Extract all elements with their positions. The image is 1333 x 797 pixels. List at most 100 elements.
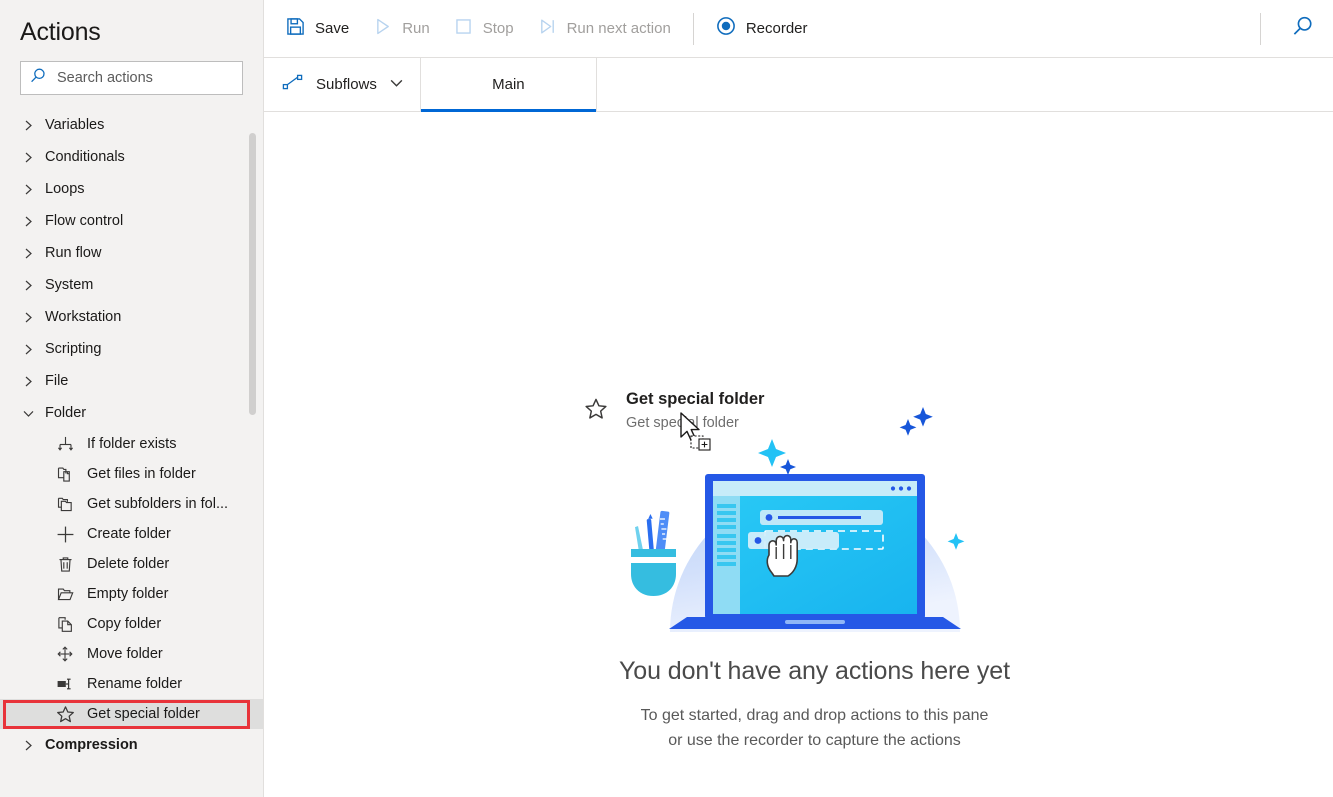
sidebar-group-label: Folder: [45, 405, 87, 421]
chevron-right-icon: [20, 213, 36, 229]
copy-icon: [55, 614, 75, 634]
sidebar-item-get-special-folder[interactable]: Get special folder: [0, 699, 263, 729]
main-toolbar: Save Run Stop Run next action Recorder: [264, 0, 1333, 58]
sidebar-item-label: Empty folder: [87, 586, 169, 602]
sidebar-group-label: Loops: [45, 181, 85, 197]
chevron-right-icon: [20, 181, 36, 197]
sidebar-item-label: Get subfolders in fol...: [87, 496, 229, 512]
sidebar-group-workstation[interactable]: Workstation: [0, 301, 263, 333]
sidebar-item-rename-folder[interactable]: Rename folder: [0, 669, 263, 699]
empty-state: You don't have any actions here yet To g…: [264, 367, 1333, 753]
sidebar-item-label: Move folder: [87, 646, 163, 662]
get-files-in-folder-icon: [55, 464, 75, 484]
run-next-action-button[interactable]: Run next action: [526, 9, 683, 49]
stop-icon: [454, 17, 473, 41]
star-icon: [55, 704, 75, 724]
chevron-right-icon: [20, 373, 36, 389]
empty-state-description: To get started, drag and drop actions to…: [641, 703, 989, 753]
sidebar-group-label: Flow control: [45, 213, 124, 229]
sidebar-group-folder[interactable]: Folder: [0, 397, 263, 429]
toolbar-divider-right: [1260, 13, 1261, 45]
sidebar-item-copy-folder[interactable]: Copy folder: [0, 609, 263, 639]
sidebar-item-if-folder-exists[interactable]: If folder exists: [0, 429, 263, 459]
sidebar-group-scripting[interactable]: Scripting: [0, 333, 263, 365]
sidebar-item-delete-folder[interactable]: Delete folder: [0, 549, 263, 579]
sidebar-item-get-files-in-folder[interactable]: Get files in folder: [0, 459, 263, 489]
record-icon: [716, 16, 736, 41]
tab-label: Main: [492, 76, 525, 93]
sidebar-item-label: Rename folder: [87, 676, 183, 692]
tab-main[interactable]: Main: [420, 58, 597, 112]
sidebar-group-label: Workstation: [45, 309, 122, 325]
rename-icon: [55, 674, 75, 694]
sidebar-item-label: Get files in folder: [87, 466, 196, 482]
chevron-right-icon: [20, 309, 36, 325]
run-next-action-label: Run next action: [566, 20, 671, 37]
page-title: Actions: [20, 18, 101, 46]
subflows-button[interactable]: Subflows: [264, 58, 421, 111]
sidebar-scrollbar-thumb[interactable]: [249, 133, 256, 415]
get-subfolders-icon: [55, 494, 75, 514]
chevron-right-icon: [20, 341, 36, 357]
move-arrows-icon: [55, 644, 75, 664]
search-icon: [1290, 14, 1315, 44]
open-folder-icon: [55, 584, 75, 604]
sidebar-group-label: System: [45, 277, 94, 293]
sidebar-group-label: File: [45, 373, 69, 389]
flow-canvas[interactable]: Get special folder Get special folder Yo…: [264, 112, 1333, 797]
chevron-right-icon: [20, 277, 36, 293]
sidebar-scrollbar[interactable]: [249, 128, 256, 568]
sidebar-group-label: Conditionals: [45, 149, 125, 165]
recorder-label: Recorder: [745, 20, 808, 37]
sidebar-group-loops[interactable]: Loops: [0, 173, 263, 205]
sidebar-group-system[interactable]: System: [0, 269, 263, 301]
recorder-button[interactable]: Recorder: [704, 9, 820, 49]
sidebar-group-run-flow[interactable]: Run flow: [0, 237, 263, 269]
trash-icon: [55, 554, 75, 574]
tab-bar: Subflows Main: [264, 58, 1333, 112]
sidebar-item-label: Copy folder: [87, 616, 162, 632]
sidebar-group-compression[interactable]: Compression: [0, 729, 263, 761]
laptop-drag-drop-illustration: [615, 367, 1015, 632]
save-button[interactable]: Save: [274, 9, 361, 49]
step-over-icon: [538, 17, 557, 41]
chevron-right-icon: [20, 149, 36, 165]
sidebar-group-variables[interactable]: Variables: [0, 109, 263, 141]
main-area: Save Run Stop Run next action Recorder S…: [264, 0, 1333, 797]
sidebar-group-file[interactable]: File: [0, 365, 263, 397]
sidebar-item-get-subfolders-in-folder[interactable]: Get subfolders in fol...: [0, 489, 263, 519]
sidebar-item-empty-folder[interactable]: Empty folder: [0, 579, 263, 609]
actions-sidebar: Actions Variables Co: [0, 0, 264, 797]
power-automate-desktop-window: Actions Variables Co: [0, 0, 1333, 797]
sidebar-item-move-folder[interactable]: Move folder: [0, 639, 263, 669]
run-button[interactable]: Run: [361, 9, 442, 49]
subflow-nodes-icon: [282, 73, 304, 96]
sidebar-group-label: Variables: [45, 117, 105, 133]
stop-button[interactable]: Stop: [442, 9, 526, 49]
search-actions-box[interactable]: [20, 61, 243, 95]
save-icon: [286, 17, 305, 41]
save-label: Save: [315, 20, 350, 37]
chevron-right-icon: [20, 117, 36, 133]
empty-state-line-2: or use the recorder to capture the actio…: [668, 732, 961, 749]
sidebar-group-flow-control[interactable]: Flow control: [0, 205, 263, 237]
toolbar-search-button[interactable]: [1271, 0, 1333, 58]
run-label: Run: [402, 20, 430, 37]
chevron-down-icon: [389, 75, 404, 95]
sidebar-item-create-folder[interactable]: Create folder: [0, 519, 263, 549]
actions-tree: Variables Conditionals Loops Flow contro…: [0, 109, 263, 761]
sidebar-item-label: Get special folder: [87, 706, 200, 722]
search-icon: [29, 67, 47, 90]
toolbar-right-group: [1250, 0, 1333, 58]
sidebar-group-conditionals[interactable]: Conditionals: [0, 141, 263, 173]
play-icon: [373, 17, 392, 41]
chevron-down-icon: [20, 405, 36, 421]
sidebar-item-label: Create folder: [87, 526, 171, 542]
if-folder-exists-icon: [55, 434, 75, 454]
chevron-right-icon: [20, 737, 36, 753]
search-input[interactable]: [57, 70, 234, 86]
empty-state-line-1: To get started, drag and drop actions to…: [640, 707, 989, 724]
chevron-right-icon: [20, 245, 36, 261]
toolbar-divider: [692, 12, 694, 45]
stop-label: Stop: [482, 20, 514, 37]
